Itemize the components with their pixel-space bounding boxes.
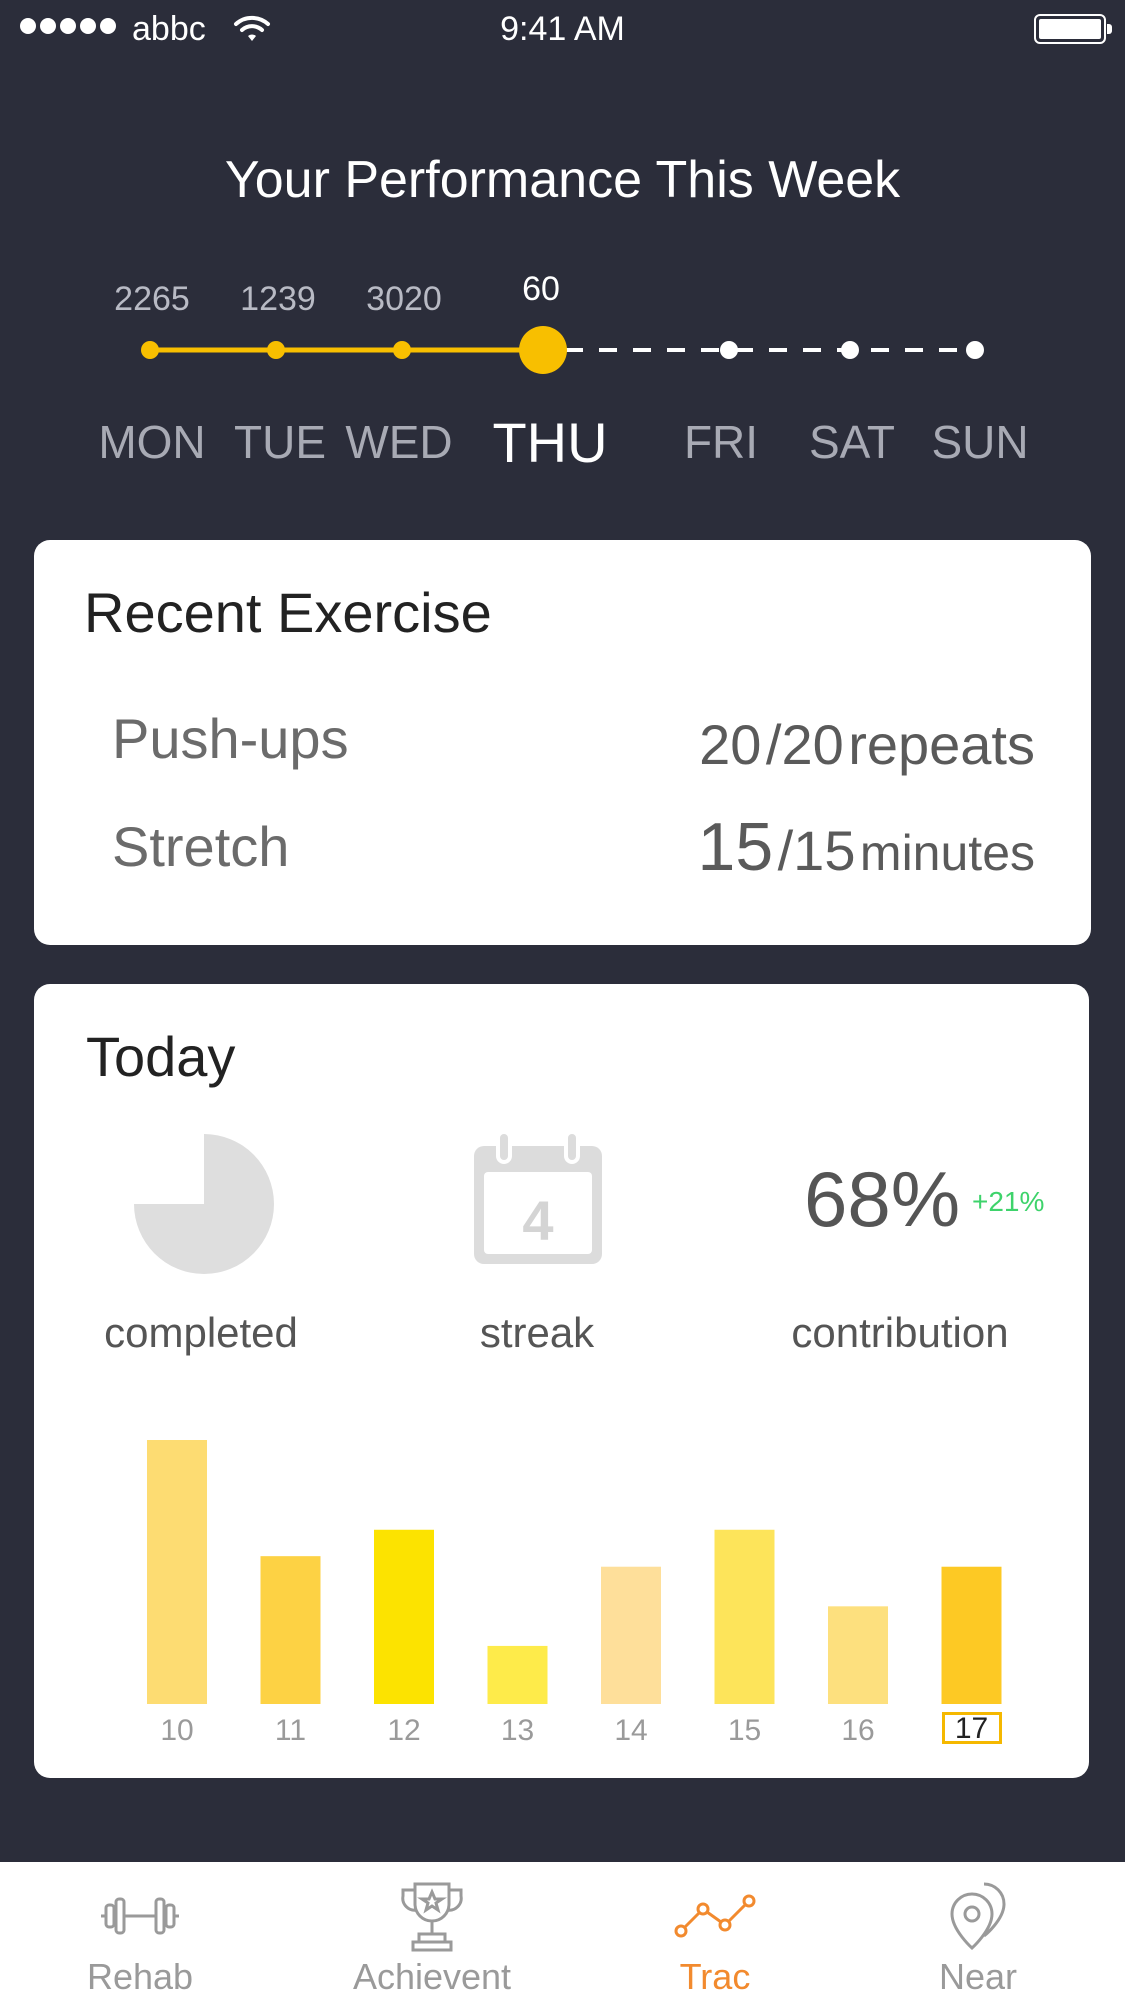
trophy-icon [302,1876,562,1956]
dumbbell-icon [10,1876,270,1956]
tab-track[interactable]: Trac [585,1862,845,2001]
trend-line-icon [585,1876,845,1956]
week-progress-line [141,326,984,374]
daily-bar-chart [147,1440,1002,1704]
tab-rehab[interactable]: Rehab [10,1862,270,2001]
day-label-sun[interactable]: SUN [905,415,1055,469]
recent-exercise-title: Recent Exercise [84,581,492,644]
bar-12 [374,1529,434,1704]
bar-label-17: 17 [941,1712,1002,1744]
day-dot-fri [720,341,738,359]
tab-label: Achievent [352,1956,512,1997]
day-label-wed[interactable]: WED [324,415,474,469]
bar-14 [601,1566,661,1704]
day-dot-tue [267,341,285,359]
bar-label-12: 12 [387,1714,421,1747]
bar-label-10: 10 [160,1714,194,1747]
day-value-wed: 3020 [366,280,442,318]
exercise-count: 20 [699,713,762,776]
exercise-unit: minutes [859,825,1035,881]
day-dot-mon [141,341,159,359]
tab-label: Trac [679,1956,751,1997]
day-value-mon: 2265 [114,280,190,318]
day-value-tue: 1239 [240,280,316,318]
tab-achievement[interactable]: Achievent [302,1862,562,2001]
week-timeline: 2265 1239 3020 60 MON TUE WED THU FRI SA… [0,0,1125,480]
recent-exercise-card[interactable]: Recent Exercise Push-ups 20 /20 repeats … [34,540,1091,945]
exercise-name: Stretch [112,815,290,878]
bar-11 [260,1556,321,1704]
today-card: Today completed 4 streak 68% +21% contri… [34,984,1089,1778]
exercise-target: /20 [765,713,844,776]
bar-label-11: 11 [274,1714,307,1747]
exercise-unit: repeats [848,713,1035,776]
exercise-progress: 20 /20 repeats [699,712,1035,777]
map-pin-icon [848,1876,1108,1956]
bar-13 [487,1645,548,1704]
day-dot-wed [393,341,411,359]
bar-15 [714,1529,775,1704]
exercise-target: /15 [777,819,856,882]
day-dot-thu [519,326,567,374]
bar-10 [147,1440,207,1704]
bar-label-14: 14 [614,1714,648,1747]
tab-label: Near [938,1956,1018,1997]
day-label-fri[interactable]: FRI [646,415,796,469]
exercise-progress: 15 /15 minutes [698,808,1035,886]
exercise-count: 15 [697,809,774,885]
exercise-name: Push-ups [112,707,349,770]
tab-label: Rehab [86,1956,194,1997]
day-label-thu[interactable]: THU [475,410,625,475]
bar-label-13: 13 [500,1714,535,1747]
bar-17 [941,1566,1002,1704]
bar-label-15: 15 [727,1714,762,1747]
tab-near[interactable]: Near [848,1862,1108,2001]
bar-16 [828,1606,888,1704]
tab-bar: Rehab Achievent Trac Near [0,1862,1125,2001]
day-dot-sat [841,341,859,359]
day-dot-sun [966,341,984,359]
bar-label-16: 16 [841,1714,875,1747]
day-value-thu: 60 [522,270,560,308]
